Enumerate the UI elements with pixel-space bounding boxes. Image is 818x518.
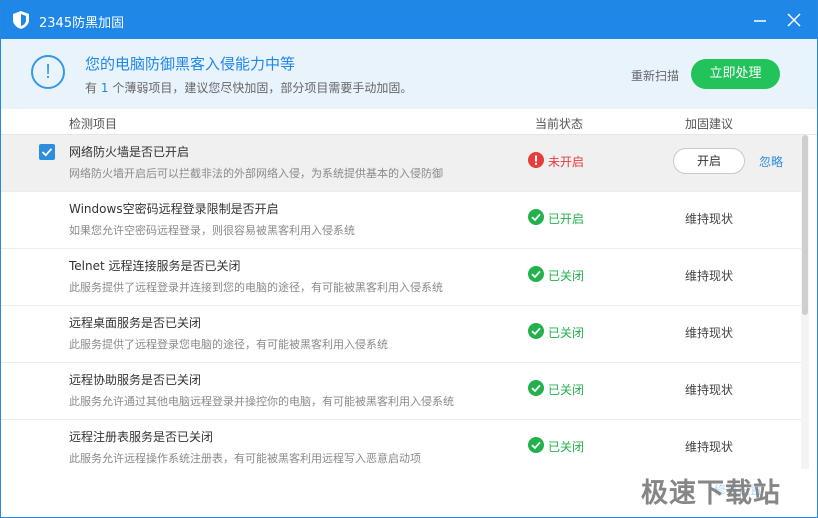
list-item: Telnet 远程连接服务是否已关闭 此服务提供了远程登录并连接到您的电脑的途径… (1, 249, 801, 306)
item-title: 远程桌面服务是否已关闭 (69, 316, 202, 330)
item-title: Windows空密码远程登录限制是否开启 (69, 202, 279, 216)
status-text: 已开启 (548, 212, 585, 226)
scrollbar-thumb[interactable] (802, 135, 808, 315)
advice-text: 维持现状 (685, 212, 734, 226)
vertical-scrollbar[interactable] (801, 135, 809, 469)
status-banner: ! 您的电脑防御黑客入侵能力中等 有 1 个薄弱项目，建议您尽快加固，部分项目需… (1, 39, 817, 110)
status-text: 已关闭 (548, 326, 585, 340)
column-header-advice: 加固建议 (685, 117, 734, 131)
check-circle-icon (528, 209, 544, 225)
item-title: 网络防火墙是否已开启 (69, 145, 190, 159)
item-description: 此服务允许通过其他电脑远程登录并操控你的电脑，有可能被黑客利用入侵系统 (69, 395, 454, 408)
shield-logo-icon (13, 11, 29, 29)
item-description: 网络防火墙开启后可以拦截非法的外部网络入侵，为系统提供基本的入侵防御 (69, 167, 443, 180)
check-circle-icon (528, 380, 544, 396)
site-watermark: 极速下载站 (641, 478, 781, 509)
close-button[interactable] (783, 9, 805, 31)
column-header-item: 检测项目 (69, 117, 118, 131)
minimize-icon (754, 20, 766, 22)
check-circle-icon (528, 323, 544, 339)
weak-item-count: 1 (100, 81, 109, 95)
minimize-button[interactable] (749, 9, 771, 31)
advice-text: 维持现状 (685, 440, 734, 454)
row-checkbox[interactable] (39, 144, 55, 160)
list-item: 远程桌面服务是否已关闭 此服务提供了远程登录您电脑的途径，有可能被黑客利用入侵系… (1, 306, 801, 363)
list-item: 网络防火墙是否已开启 网络防火墙开启后可以拦截非法的外部网络入侵，为系统提供基本… (1, 135, 801, 192)
subtitle-suffix: 个薄弱项目，建议您尽快加固，部分项目需要手动加固。 (112, 81, 413, 95)
list-item: 远程注册表服务是否已关闭 此服务允许远程操作系统注册表，有可能被黑客利用远程写入… (1, 420, 801, 469)
item-description: 此服务允许远程操作系统注册表，有可能被黑客利用远程写入恶意启动项 (69, 452, 421, 465)
item-title: 远程注册表服务是否已关闭 (69, 430, 214, 444)
fix-now-button[interactable]: 立即处理 (691, 59, 780, 89)
list-header: 检测项目 当前状态 加固建议 (1, 109, 817, 135)
status-text: 未开启 (548, 155, 585, 169)
checkmark-icon (41, 148, 53, 157)
banner-subtitle: 有 1 个薄弱项目，建议您尽快加固，部分项目需要手动加固。 (85, 79, 412, 96)
column-header-status: 当前状态 (535, 117, 584, 131)
title-bar: 2345防黑加固 (1, 1, 817, 39)
check-circle-icon (528, 437, 544, 453)
item-title: Telnet 远程连接服务是否已关闭 (69, 259, 241, 273)
status-text: 已关闭 (548, 269, 585, 283)
advice-text: 维持现状 (685, 326, 734, 340)
ignore-link[interactable]: 忽略 (759, 153, 783, 170)
warning-icon (528, 152, 544, 168)
subtitle-prefix: 有 (85, 81, 98, 95)
status-text: 已关闭 (548, 383, 585, 397)
check-circle-icon (528, 266, 544, 282)
list-item: 远程协助服务是否已关闭 此服务允许通过其他电脑远程登录并操控你的电脑，有可能被黑… (1, 363, 801, 420)
enable-button[interactable]: 开启 (673, 148, 745, 174)
exclamation-icon: ! (31, 55, 65, 89)
item-description: 此服务提供了远程登录并连接到您的电脑的途径，有可能被黑客利用入侵系统 (69, 281, 443, 294)
status-text: 已关闭 (548, 440, 585, 454)
window-title: 2345防黑加固 (39, 16, 125, 31)
item-description: 如果您允许空密码远程登录，则很容易被黑客利用入侵系统 (69, 224, 355, 237)
list-item: Windows空密码远程登录限制是否开启 如果您允许空密码远程登录，则很容易被黑… (1, 192, 801, 249)
advice-text: 维持现状 (685, 269, 734, 283)
close-icon (787, 13, 801, 27)
item-description: 此服务提供了远程登录您电脑的途径，有可能被黑客利用入侵系统 (69, 338, 388, 351)
rescan-link[interactable]: 重新扫描 (631, 67, 679, 84)
app-window: 2345防黑加固 ! 您的电脑防御黑客入侵能力中等 有 1 个薄弱项目，建议您尽… (0, 0, 818, 518)
banner-title: 您的电脑防御黑客入侵能力中等 (85, 55, 296, 73)
check-list: 网络防火墙是否已开启 网络防火墙开启后可以拦截非法的外部网络入侵，为系统提供基本… (1, 135, 801, 469)
advice-text: 维持现状 (685, 383, 734, 397)
item-title: 远程协助服务是否已关闭 (69, 373, 202, 387)
